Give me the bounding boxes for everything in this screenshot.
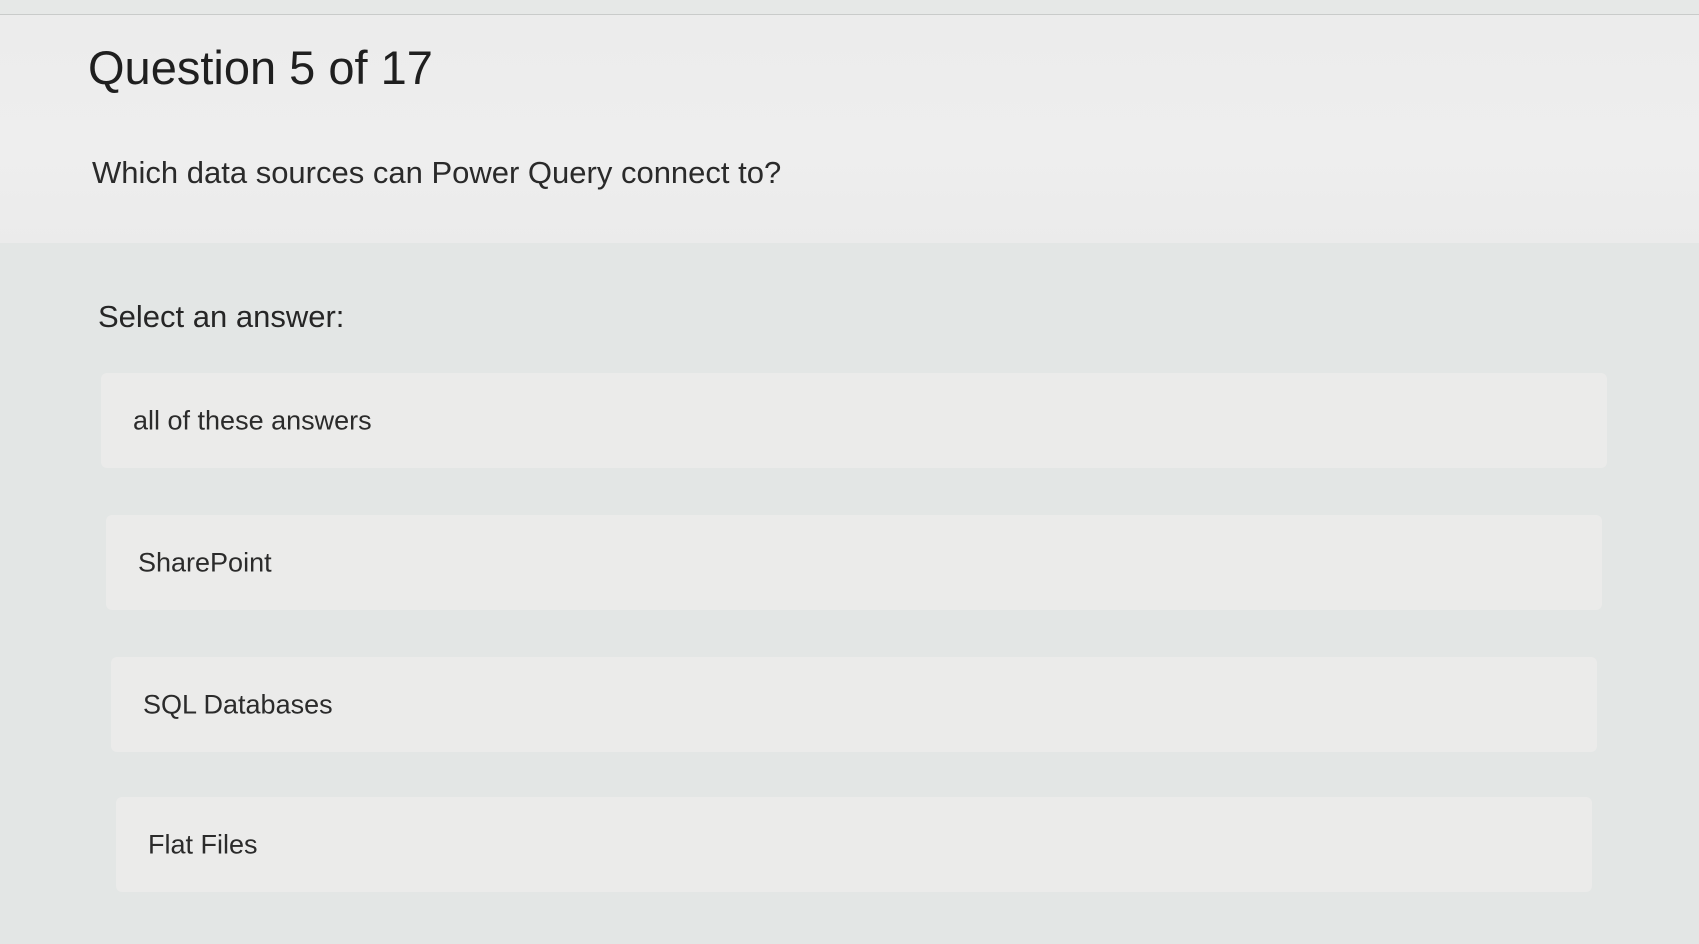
answer-option-label: SharePoint <box>138 547 272 577</box>
answer-option-sharepoint[interactable]: SharePoint <box>106 515 1602 610</box>
answer-option-label: SQL Databases <box>143 689 333 719</box>
answer-option-flat-files[interactable]: Flat Files <box>116 797 1592 892</box>
answer-option-label: Flat Files <box>148 829 258 859</box>
answer-option-label: all of these answers <box>133 405 372 435</box>
question-counter: Question 5 of 17 <box>88 41 433 94</box>
select-answer-label: Select an answer: <box>98 299 345 334</box>
answer-option-sql-databases[interactable]: SQL Databases <box>111 657 1597 752</box>
question-text: Which data sources can Power Query conne… <box>92 155 782 190</box>
answer-option-all-of-these[interactable]: all of these answers <box>101 373 1607 468</box>
